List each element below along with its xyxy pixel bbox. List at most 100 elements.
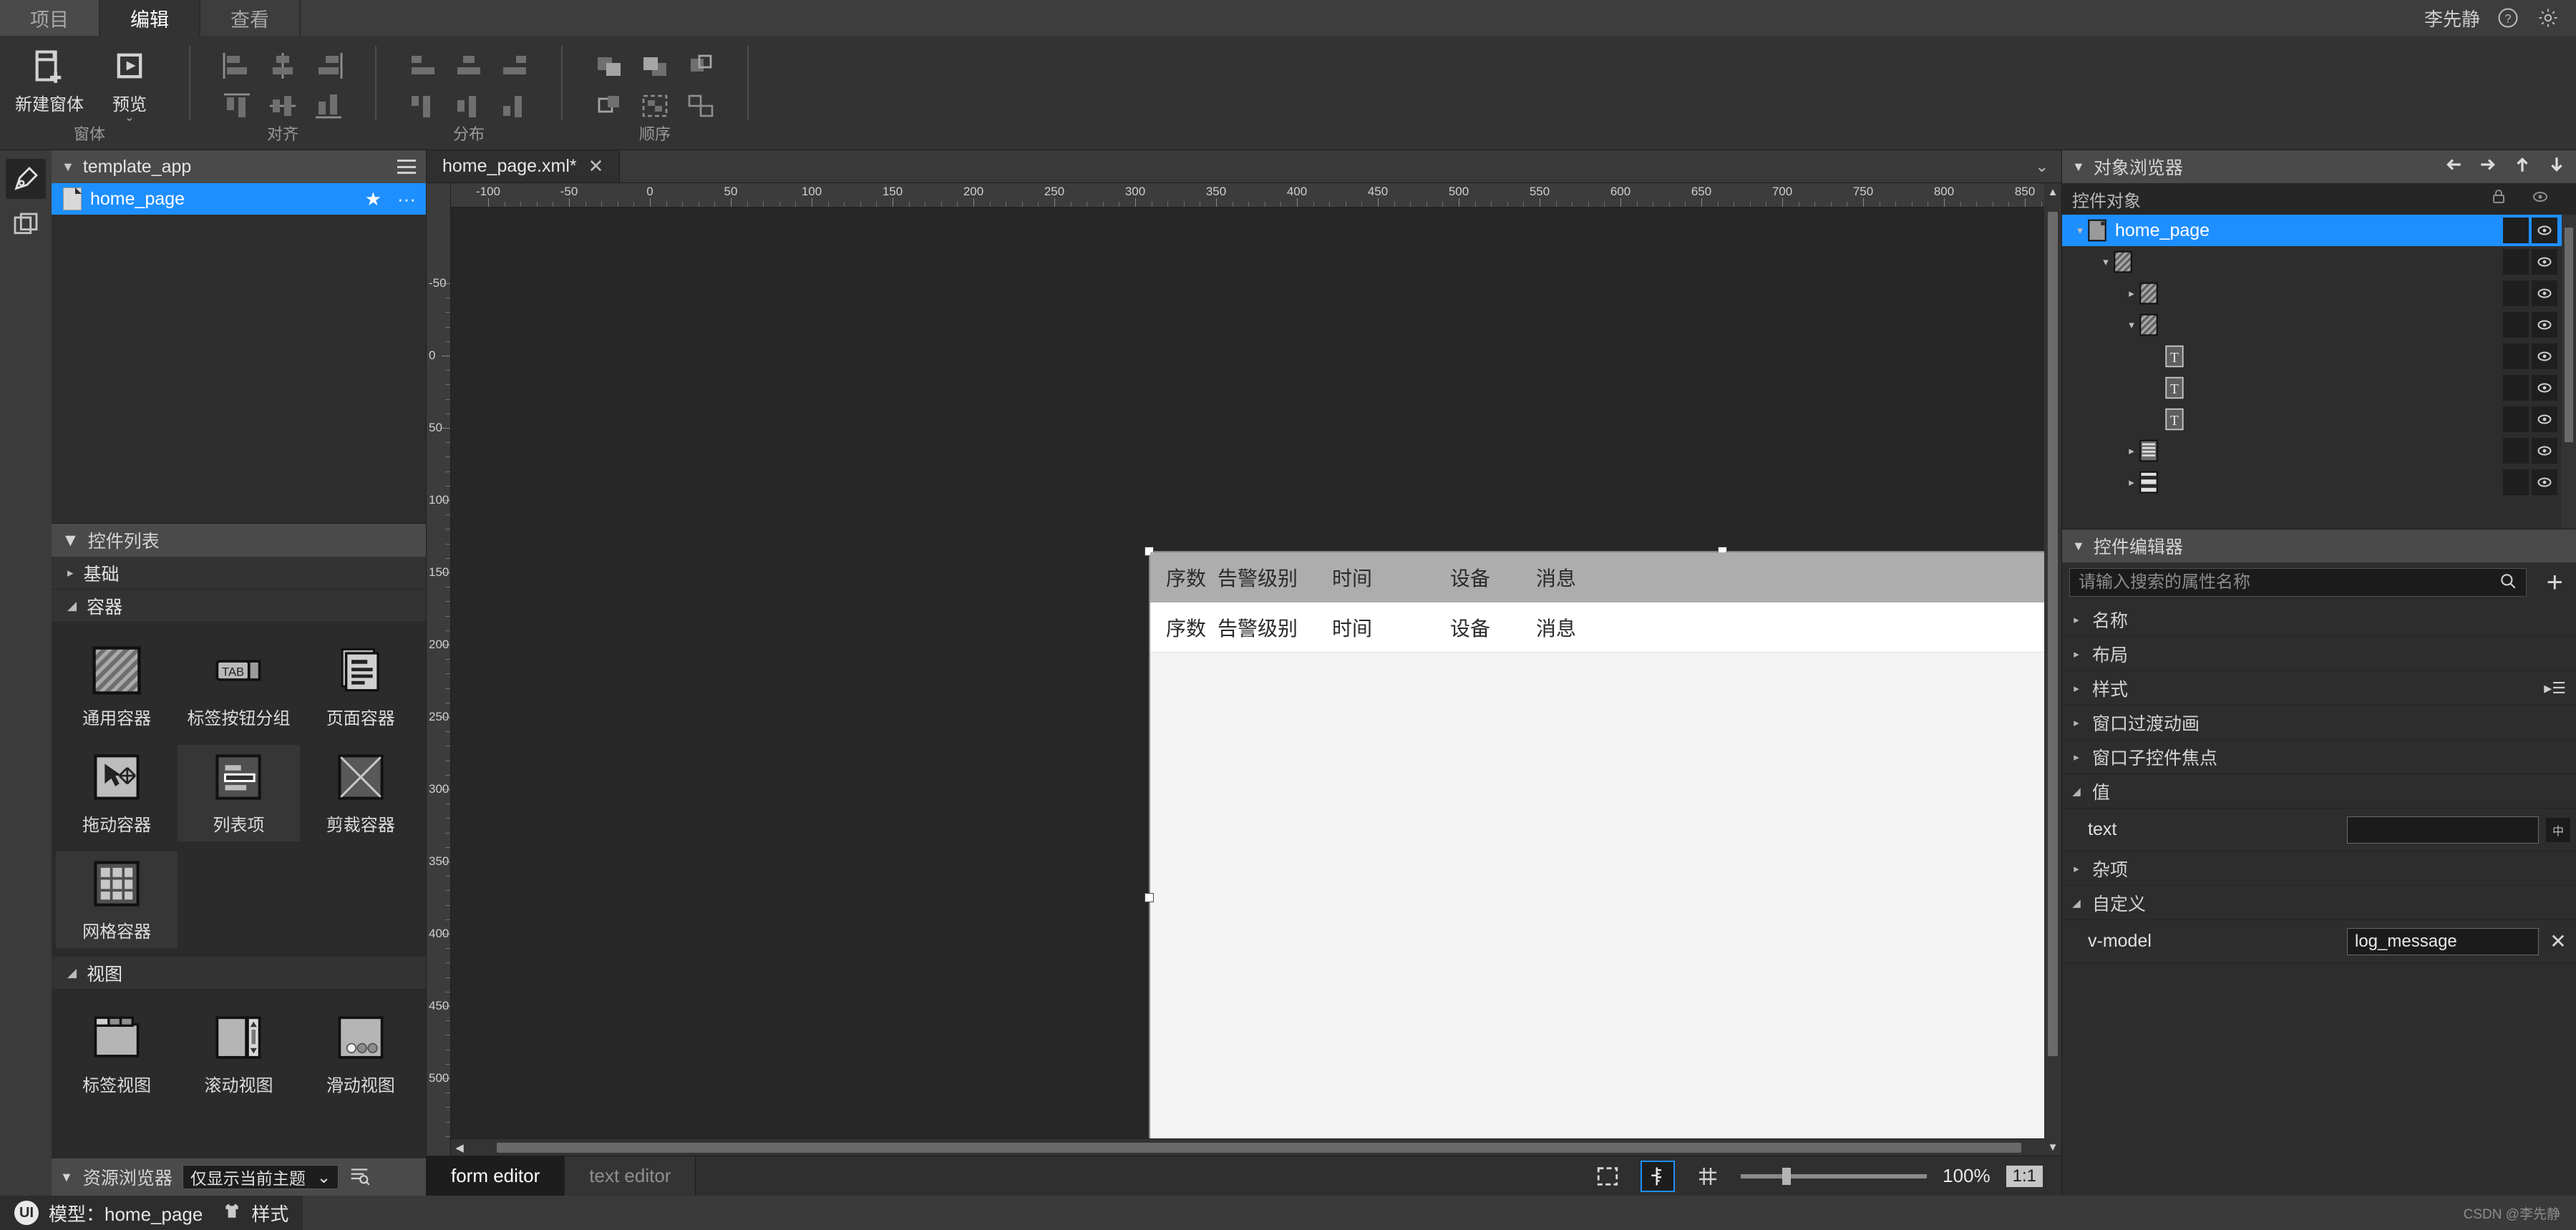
property-vmodel-input[interactable]: log_message [2347,927,2539,955]
widget-list-header[interactable]: ▼ 控件列表 [52,524,426,557]
chevron-right-icon[interactable]: ▸ [2069,751,2084,763]
resize-handle-w[interactable] [1144,893,1154,902]
object-tree[interactable]: ▾ home_page ▾ ▸ ▾ T T T ▸ ▸ [2062,215,2576,529]
more-options-icon[interactable]: ··· [397,188,416,210]
hamburger-icon[interactable] [397,160,416,174]
chevron-down-icon[interactable]: ▼ [62,160,74,175]
object-tree-row[interactable]: ▸ [2062,278,2576,309]
widget-item-drag-container[interactable]: 拖动容器 [56,745,178,841]
lock-toggle[interactable] [2503,406,2529,432]
new-form-button[interactable]: 新建窗体 [11,36,88,115]
theme-filter-select[interactable]: 仅显示当前主题 ⌄ [182,1165,339,1189]
distribute-h-2-icon[interactable] [446,46,492,86]
eye-toggle[interactable] [2532,249,2557,275]
chevron-down-icon[interactable]: ▾ [2072,224,2088,237]
chevron-right-icon[interactable]: ▸ [2069,862,2084,875]
bring-front-icon[interactable] [586,46,632,86]
eye-toggle[interactable] [2532,406,2557,432]
property-group-value[interactable]: ◢ 值 [2062,774,2576,809]
object-tree-scroll-thumb[interactable] [2565,228,2573,442]
eye-toggle[interactable] [2532,469,2557,495]
form-preview[interactable]: 序数 告警级别 时间 设备 消息 / 序数 告警级别 时间 [1144,547,2044,1138]
align-left-icon[interactable] [214,46,260,86]
canvas-vscrollbar[interactable]: ▲ ▼ [2044,183,2061,1156]
chevron-down-icon[interactable]: ◢ [67,599,77,613]
widget-item-scroll-view[interactable]: 滚动视图 [178,1005,299,1102]
chevron-down-icon[interactable]: ▾ [2098,255,2114,268]
object-tree-row[interactable]: T [2062,341,2576,372]
property-search-input[interactable] [2079,572,2499,592]
lock-toggle[interactable] [2503,249,2529,275]
table-row[interactable]: 序数 告警级别 时间 设备 消息 [1150,602,2044,653]
chevron-down-icon[interactable]: ▼ [60,1170,73,1185]
menu-tab-project[interactable]: 项目 [0,0,100,36]
group-icon[interactable] [632,86,678,126]
scroll-down-arrow-icon[interactable]: ▼ [2044,1138,2061,1156]
tab-form-editor[interactable]: form editor [427,1156,565,1196]
shirt-icon[interactable] [223,1201,241,1225]
property-group-window-transition[interactable]: ▸ 窗口过渡动画 [2062,706,2576,740]
i18n-icon[interactable]: 中 [2546,817,2570,842]
chevron-down-icon[interactable]: ▼ [2072,160,2085,175]
object-tree-row[interactable]: ▸ [2062,467,2576,498]
widget-item-grid-container[interactable]: 网格容器 [56,851,178,948]
eye-toggle[interactable] [2532,312,2557,338]
chevron-down-icon[interactable]: ◢ [2069,897,2084,909]
distribute-v-3-icon[interactable] [492,86,538,126]
style-menu-icon[interactable]: ▸☰ [2544,679,2576,698]
zoom-slider[interactable] [1741,1167,1928,1185]
align-top-icon[interactable] [214,86,260,126]
chevron-right-icon[interactable]: ▸ [2124,444,2139,457]
chevron-down-icon[interactable]: ⌄ [125,112,134,124]
lock-toggle[interactable] [2503,280,2529,306]
property-group-style[interactable]: ▸ 样式 ▸☰ [2062,671,2576,706]
widget-list-scroll[interactable]: ▸ 基础 ◢ 容器 通用容器 TAB 标签按钮分组 页面容器 拖动容器 列表项 … [52,557,426,1158]
widget-item-slide-view[interactable]: 滑动视图 [300,1005,422,1102]
menu-tab-edit[interactable]: 编辑 [100,0,200,36]
align-right-icon[interactable] [306,46,351,86]
canvas-hscrollbar[interactable]: ◀ [451,1138,2044,1156]
property-group-window-focus[interactable]: ▸ 窗口子控件焦点 [2062,740,2576,774]
property-group-name[interactable]: ▸ 名称 [2062,602,2576,637]
question-circle-icon[interactable]: ? [2496,6,2520,30]
widget-item-clip-container[interactable]: 剪裁容器 [300,745,422,841]
project-tree-item-home-page[interactable]: home_page ★ ··· [52,183,426,215]
arrow-up-icon[interactable] [2513,155,2532,179]
gear-icon[interactable] [2536,6,2560,30]
align-middle-v-icon[interactable] [260,86,306,126]
widget-category-basic[interactable]: ▸ 基础 [52,557,426,590]
zoom-slider-knob[interactable] [1782,1167,1792,1185]
editor-tab-home-page-xml[interactable]: home_page.xml* ✕ [427,150,621,182]
chevron-double-down-icon[interactable]: ⌄ [2036,150,2061,182]
align-bottom-icon[interactable] [306,86,351,126]
marquee-select-icon[interactable] [1590,1161,1625,1192]
distribute-v-2-icon[interactable] [446,86,492,126]
close-icon[interactable]: ✕ [588,155,604,177]
chevron-down-icon[interactable]: ◢ [67,966,77,980]
chevron-down-icon[interactable]: ▼ [62,530,79,551]
object-tree-row[interactable]: ▸ [2062,435,2576,467]
preview-button[interactable]: 预览 ⌄ [91,36,168,124]
object-tree-scrollbar[interactable] [2562,215,2576,529]
ruler-toggle-icon[interactable] [1641,1160,1676,1192]
lock-toggle[interactable] [2503,469,2529,495]
property-search-box[interactable] [2069,568,2527,597]
tab-text-editor[interactable]: text editor [565,1156,696,1196]
object-tree-row[interactable]: ▾ [2062,309,2576,341]
favorite-star-icon[interactable]: ★ [365,188,381,210]
chevron-down-icon[interactable]: ▼ [2072,539,2085,554]
chevron-right-icon[interactable]: ▸ [2124,287,2139,300]
copy-layers-icon[interactable] [6,205,46,245]
ungroup-icon[interactable] [678,86,724,126]
distribute-v-1-icon[interactable] [400,86,446,126]
close-icon[interactable]: ✕ [2546,929,2570,953]
property-group-custom[interactable]: ◢ 自定义 [2062,886,2576,920]
widget-item-tab-view[interactable]: 标签视图 [56,1005,178,1102]
widget-item-generic-container[interactable]: 通用容器 [56,638,178,735]
eye-toggle[interactable] [2532,343,2557,369]
send-back-icon[interactable] [632,46,678,86]
list-search-icon[interactable] [349,1164,370,1191]
chevron-right-icon[interactable]: ▸ [67,566,74,580]
object-tree-row[interactable]: ▾ [2062,246,2576,278]
lock-toggle[interactable] [2503,438,2529,464]
